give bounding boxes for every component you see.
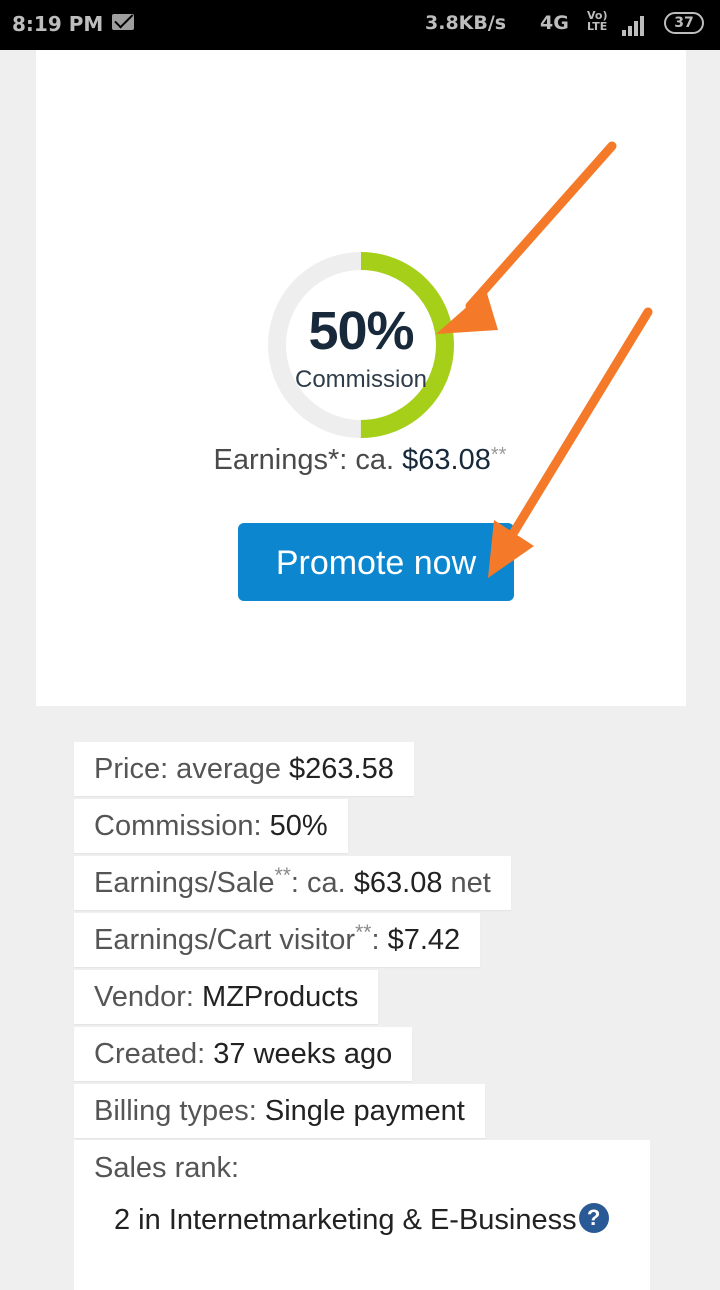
earnings-sale-suffix: net bbox=[442, 867, 491, 899]
status-network-speed: 3.8KB/s bbox=[425, 12, 507, 34]
billing-tag: Billing types: Single payment bbox=[74, 1084, 485, 1138]
created-tag: Created: 37 weeks ago bbox=[74, 1027, 413, 1081]
price-tag: Price: average $263.58 bbox=[74, 742, 414, 796]
vendor-label: Vendor: bbox=[94, 981, 203, 1013]
help-icon[interactable]: ? bbox=[578, 1203, 609, 1233]
sales-rank-tag: Sales rank: 2 in Internetmarketing & E-B… bbox=[74, 1140, 650, 1290]
billing-label: Billing types: bbox=[94, 1095, 265, 1127]
signal-icon bbox=[622, 14, 650, 36]
price-label: Price: average bbox=[94, 753, 290, 785]
billing-value: Single payment bbox=[264, 1095, 465, 1127]
created-value: 37 weeks ago bbox=[213, 1038, 393, 1070]
battery-icon: 37 bbox=[664, 12, 704, 34]
volte-indicator: Vo) LTE bbox=[587, 9, 608, 33]
earnings-cart-footnote: ** bbox=[355, 921, 372, 944]
commission-tag-label: Commission: bbox=[94, 810, 270, 842]
commission-tag-value: 50% bbox=[269, 810, 328, 842]
status-time: 8:19 PM bbox=[12, 12, 104, 36]
earnings-sale-label: Earnings/Sale bbox=[94, 867, 275, 899]
status-bar: 8:19 PM 3.8KB/s 4G Vo) LTE 37 bbox=[0, 0, 720, 50]
earnings-footnote: ** bbox=[490, 444, 507, 466]
price-value: $263.58 bbox=[289, 753, 394, 785]
promote-now-button[interactable]: Promote now bbox=[238, 523, 514, 601]
commission-tag: Commission: 50% bbox=[74, 799, 348, 853]
earnings-sale-mid: : ca. bbox=[290, 867, 354, 899]
commission-percent: 50% bbox=[308, 301, 414, 361]
sales-rank-value: 2 in Internetmarketing & E-Business? bbox=[114, 1198, 634, 1242]
sales-rank-text: 2 in Internetmarketing & E-Business bbox=[114, 1204, 577, 1236]
earnings-value: $63.08 bbox=[402, 444, 491, 476]
created-label: Created: bbox=[94, 1038, 214, 1070]
earnings-cart-mid: : bbox=[371, 924, 388, 956]
mail-icon bbox=[112, 14, 134, 30]
earnings-prefix: Earnings*: ca. bbox=[213, 444, 403, 476]
earnings-sale-tag: Earnings/Sale**: ca. $63.08 net bbox=[74, 856, 511, 910]
earnings-sale-footnote: ** bbox=[274, 864, 291, 887]
earnings-cart-value: $7.42 bbox=[387, 924, 461, 956]
sales-rank-label: Sales rank: bbox=[94, 1152, 240, 1184]
earnings-sale-value: $63.08 bbox=[353, 867, 443, 899]
earnings-estimate: Earnings*: ca. $63.08** bbox=[0, 444, 720, 477]
vendor-value: MZProducts bbox=[202, 981, 359, 1013]
earnings-cart-label: Earnings/Cart visitor bbox=[94, 924, 356, 956]
earnings-cart-tag: Earnings/Cart visitor**: $7.42 bbox=[74, 913, 481, 967]
status-network-type: 4G bbox=[540, 12, 569, 34]
vendor-tag: Vendor: MZProducts bbox=[74, 970, 379, 1024]
commission-label: Commission bbox=[294, 366, 428, 393]
